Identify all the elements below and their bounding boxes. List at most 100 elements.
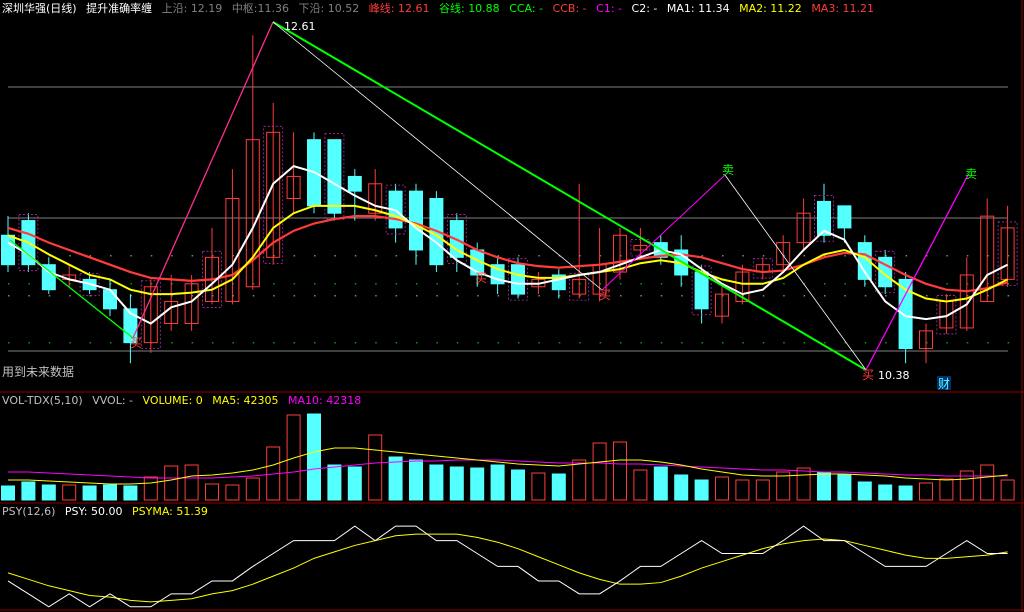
guide-dot bbox=[497, 295, 500, 297]
buy-mark-2: 买 bbox=[475, 271, 487, 285]
psy-indicator-name[interactable]: PSY(12,6) bbox=[2, 505, 55, 518]
high-price-label: 12.61 bbox=[284, 20, 316, 33]
guide-dot bbox=[885, 342, 887, 344]
guide-dot bbox=[293, 255, 296, 257]
guide-dot bbox=[171, 342, 173, 344]
guide-dot bbox=[497, 342, 500, 344]
guide-dot bbox=[946, 283, 948, 285]
guide-dot bbox=[416, 283, 418, 285]
guide-dot bbox=[150, 255, 153, 257]
volume-bar bbox=[857, 481, 872, 501]
guide-dot bbox=[130, 255, 132, 257]
guide-dot bbox=[8, 283, 10, 285]
volume-bars bbox=[1, 413, 1015, 501]
guide-dot bbox=[701, 342, 704, 344]
guide-dot bbox=[599, 342, 602, 344]
vvol-value: VVOL: - bbox=[92, 394, 134, 407]
candle-body bbox=[511, 264, 525, 295]
guide-dot bbox=[824, 342, 826, 344]
guide-dot bbox=[354, 342, 357, 344]
guide-dot bbox=[722, 342, 724, 344]
volume-bar bbox=[674, 474, 689, 501]
guide-dot bbox=[273, 342, 275, 344]
guide-dot bbox=[538, 342, 540, 344]
volume-bar bbox=[41, 484, 56, 501]
volume-bar bbox=[143, 476, 158, 501]
guide-dot bbox=[762, 255, 765, 257]
psy-value: PSY: 50.00 bbox=[64, 505, 123, 518]
volume-bar bbox=[409, 459, 423, 501]
guide-dot bbox=[314, 255, 316, 257]
guide-dot bbox=[558, 342, 561, 344]
candle bbox=[286, 132, 301, 214]
guide-dot bbox=[8, 295, 10, 297]
candle-body bbox=[409, 190, 423, 251]
guide-dot bbox=[844, 255, 846, 257]
guide-dot bbox=[477, 342, 479, 344]
guide-dot bbox=[334, 255, 336, 257]
guide-dot bbox=[660, 283, 663, 285]
green-down-line-2 bbox=[272, 21, 867, 371]
guide-dot bbox=[477, 295, 479, 297]
candle bbox=[41, 257, 56, 295]
green-down-line-1 bbox=[9, 239, 134, 339]
guide-dot bbox=[722, 255, 724, 257]
guide-dot bbox=[518, 342, 520, 344]
candle bbox=[919, 323, 933, 364]
volume-bar bbox=[449, 466, 464, 501]
candle bbox=[875, 249, 896, 295]
guide-dot bbox=[252, 342, 255, 344]
guide-dot bbox=[783, 342, 785, 344]
candle bbox=[490, 257, 505, 295]
guide-dot bbox=[171, 255, 173, 257]
volume-bar bbox=[164, 465, 179, 501]
guide-dot bbox=[844, 295, 846, 297]
psy-line bbox=[7, 525, 1008, 608]
guide-dot bbox=[375, 255, 377, 257]
kline-chart[interactable]: 12.61 10.38 卖 卖 买 买 买 买 用到未来数据 财 bbox=[0, 0, 1024, 612]
volume-bar bbox=[327, 464, 342, 501]
volume-bar bbox=[898, 485, 913, 501]
guide-dot bbox=[518, 255, 520, 257]
guide-dot bbox=[293, 283, 296, 285]
candle bbox=[796, 198, 811, 250]
guide-dot bbox=[1007, 295, 1010, 297]
guide-dot bbox=[191, 255, 194, 257]
volume-bar bbox=[1, 485, 15, 501]
volume-bar bbox=[735, 479, 750, 501]
guide-dot bbox=[681, 295, 683, 297]
volume-bar bbox=[755, 479, 770, 501]
guide-dot bbox=[681, 342, 683, 344]
volume-value: VOLUME: 0 bbox=[142, 394, 203, 407]
volume-bar bbox=[796, 467, 811, 501]
guide-dot bbox=[28, 283, 30, 285]
guide-dot bbox=[803, 295, 806, 297]
guide-dot bbox=[844, 283, 846, 285]
volume-bar bbox=[715, 476, 729, 501]
volume-bar bbox=[82, 485, 97, 501]
candle bbox=[324, 133, 345, 221]
fin-mark[interactable]: 财 bbox=[938, 377, 950, 391]
guide-dot bbox=[579, 342, 581, 344]
candle bbox=[715, 286, 729, 324]
guide-dot bbox=[232, 342, 234, 344]
guide-dot bbox=[436, 283, 438, 285]
candle-body bbox=[103, 289, 117, 310]
candle bbox=[959, 257, 974, 331]
guide-dot bbox=[110, 342, 112, 344]
psy-lines bbox=[7, 525, 1008, 608]
buy-mark-1: 买 bbox=[130, 336, 142, 350]
candle bbox=[225, 169, 240, 305]
guide-dot bbox=[436, 342, 438, 344]
guide-dot bbox=[375, 342, 377, 344]
buy-mark-4: 买 bbox=[862, 368, 874, 382]
vol-indicator-name[interactable]: VOL-TDX(5,10) bbox=[2, 394, 83, 407]
volume-bar bbox=[123, 485, 138, 501]
guide-dot bbox=[273, 295, 275, 297]
guide-dot bbox=[456, 295, 459, 297]
guide-dot bbox=[538, 255, 540, 257]
candle bbox=[123, 294, 138, 364]
volume-bar bbox=[959, 470, 974, 501]
candle-body bbox=[327, 139, 342, 214]
volume-bar bbox=[613, 441, 627, 501]
